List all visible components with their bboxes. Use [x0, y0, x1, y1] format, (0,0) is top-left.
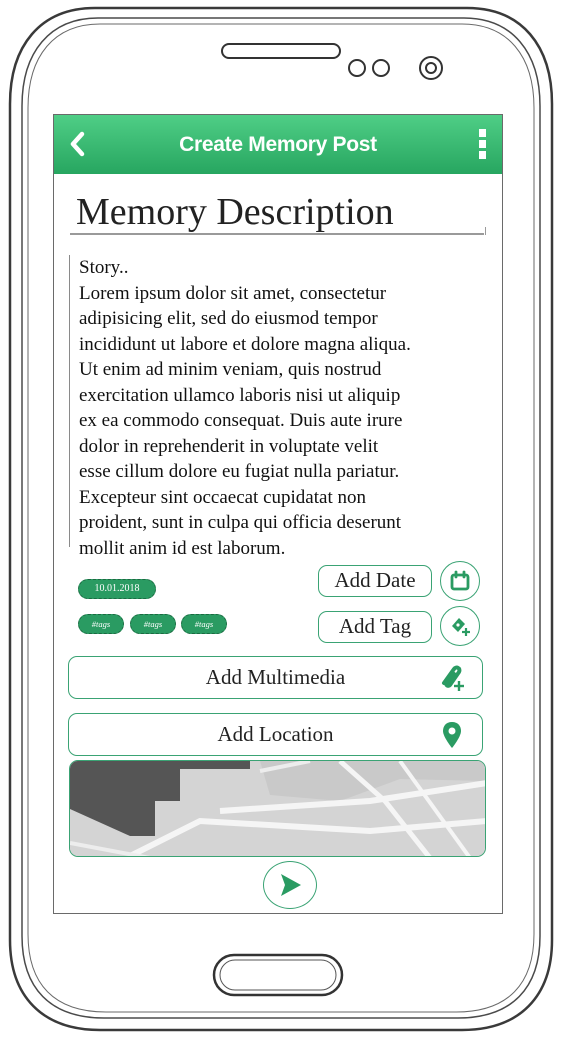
story-line: proident, sunt in culpa qui officia dese… — [79, 512, 402, 533]
app-bar: Create Memory Post — [54, 115, 502, 174]
paperclip-add-icon — [436, 662, 468, 694]
map-image — [70, 761, 485, 856]
map-pin-icon — [436, 719, 468, 751]
story-line: dolor in reprehenderit in voluptate veli… — [79, 435, 379, 457]
overflow-menu-button[interactable] — [476, 129, 488, 159]
calendar-icon — [450, 570, 470, 591]
story-line: esse cillum dolore eu fugiat nulla paria… — [79, 461, 400, 482]
back-button[interactable] — [64, 129, 90, 159]
story-line: Lorem ipsum dolor sit amet, consectetur — [79, 282, 387, 304]
story-line: exercitation ullamco laboris nisi ut ali… — [79, 384, 401, 406]
location-map[interactable] — [69, 760, 486, 857]
chevron-left-icon — [70, 131, 85, 157]
add-tag-icon-button[interactable] — [440, 606, 480, 646]
vertical-dots-icon — [478, 129, 486, 137]
add-multimedia-label: Add Multimedia — [205, 665, 346, 689]
story-line: Excepteur sint occaecat cupidatat non — [79, 486, 366, 508]
send-button[interactable] — [263, 861, 317, 909]
tag-chip[interactable]: #tags — [130, 614, 176, 634]
story-line: mollit anim id est laborum. — [79, 537, 286, 559]
add-tag-button[interactable]: Add Tag — [318, 611, 432, 643]
add-multimedia-button[interactable]: Add Multimedia — [68, 656, 483, 699]
title-input[interactable]: Memory Description — [70, 189, 486, 235]
date-chip[interactable]: 10.01.2018 — [78, 579, 156, 599]
story-line: ex ea commodo consequat. Duis aute irure — [79, 410, 403, 431]
add-date-button[interactable]: Add Date — [318, 565, 432, 597]
tag-chip[interactable]: #tags — [181, 614, 227, 634]
story-line: incididunt ut labore et dolore magna ali… — [79, 333, 411, 355]
tag-add-icon — [452, 618, 470, 636]
page-title: Create Memory Post — [179, 133, 377, 156]
send-icon — [281, 874, 301, 896]
story-line: Story.. — [79, 257, 129, 278]
story-line: adipisicing elit, sed do eiusmod tempor — [79, 308, 378, 329]
story-line: Ut enim ad minim veniam, quis nostrud — [79, 359, 382, 380]
tag-chip[interactable]: #tags — [78, 614, 124, 634]
add-location-button[interactable]: Add Location — [68, 713, 483, 756]
calendar-button[interactable] — [440, 561, 480, 601]
story-textarea[interactable]: Story.. Lorem ipsum dolor sit amet, cons… — [69, 255, 489, 559]
app-screen: Create Memory Post Memory Description St… — [53, 114, 503, 914]
add-location-label: Add Location — [217, 722, 334, 746]
